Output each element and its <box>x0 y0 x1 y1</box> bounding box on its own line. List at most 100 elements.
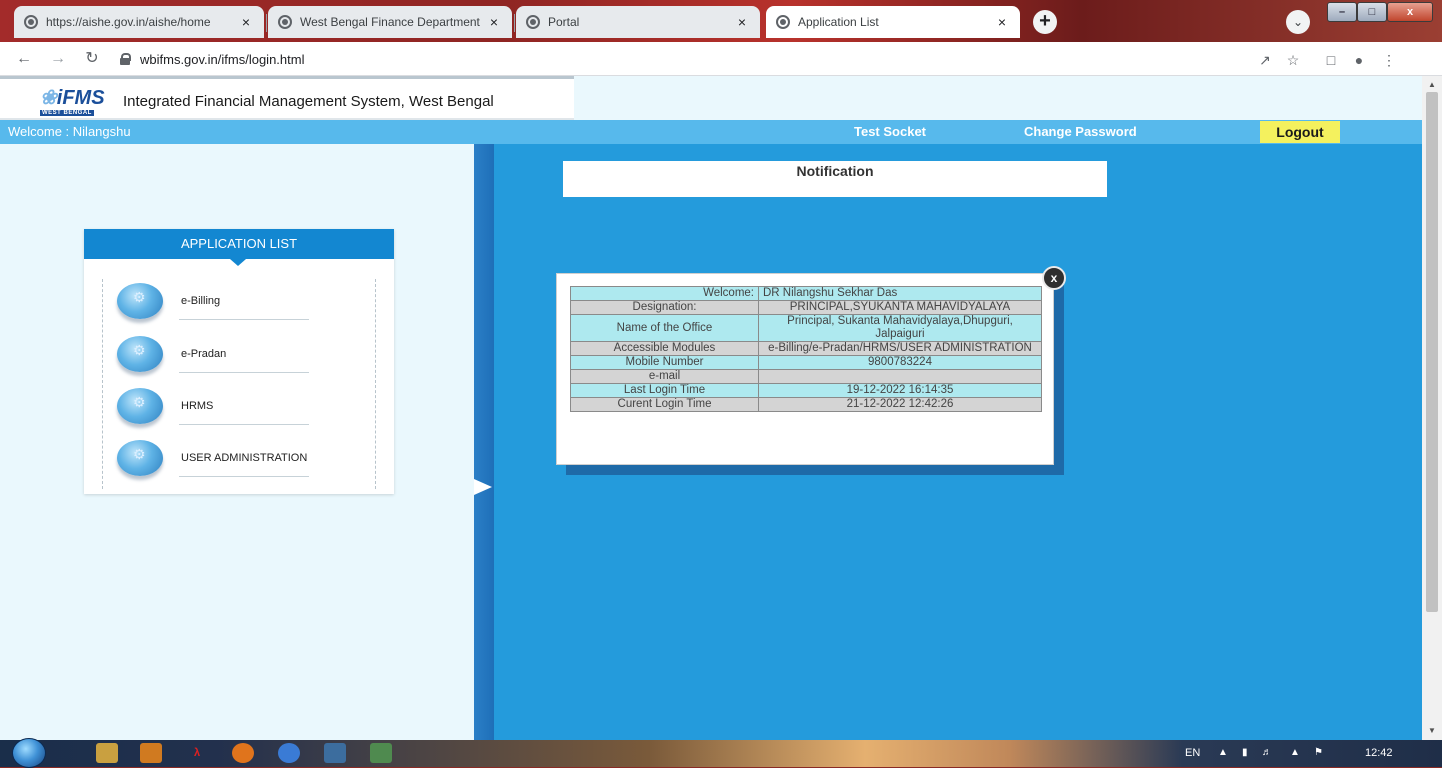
divider <box>179 424 309 425</box>
web-page: ❀iFMS WEST BENGAL Integrated Financial M… <box>0 76 1422 740</box>
divider <box>179 372 309 373</box>
scrollbar-thumb[interactable] <box>1426 92 1438 612</box>
row-key: Designation: <box>570 300 759 315</box>
tab-label: West Bengal Finance Department <box>300 15 480 29</box>
page-scrollbar[interactable]: ▲ ▼ <box>1422 76 1442 740</box>
device-icon[interactable]: ▮ <box>1242 747 1248 758</box>
app-item-e-billing[interactable]: ⚙ e-Billing <box>103 281 377 329</box>
start-button[interactable] <box>12 738 46 768</box>
reload-icon[interactable]: ↻ <box>82 49 102 69</box>
change-password-link[interactable]: Change Password <box>1024 124 1137 139</box>
app-item-user-administration[interactable]: ⚙ USER ADMINISTRATION <box>103 438 377 486</box>
logout-button[interactable]: Logout <box>1260 121 1340 143</box>
tab-close-icon[interactable]: × <box>994 14 1010 30</box>
row-key: e-mail <box>570 369 759 384</box>
app-label: e-Billing <box>181 295 221 307</box>
row-key: Name of the Office <box>570 314 759 342</box>
tab-wb-finance[interactable]: West Bengal Finance Department × <box>268 6 512 38</box>
table-row: Accessible Modules e-Billing/e-Pradan/HR… <box>570 341 1042 356</box>
row-value <box>758 369 1042 384</box>
tab-close-icon[interactable]: × <box>238 14 254 30</box>
table-row: Designation: PRINCIPAL,SYUKANTA MAHAVIDY… <box>570 300 1042 315</box>
app-label: HRMS <box>181 400 214 412</box>
volume-icon[interactable]: ♬ <box>1262 747 1272 758</box>
calculator-icon[interactable] <box>370 743 392 763</box>
row-value: 21-12-2022 12:42:26 <box>758 397 1042 412</box>
browser-tab-strip: https://aishe.gov.in/aishe/home × West B… <box>0 0 1442 42</box>
language-indicator[interactable]: EN <box>1185 747 1200 759</box>
tab-application-list[interactable]: Application List × <box>766 6 1020 38</box>
bookmark-star-icon[interactable]: ☆ <box>1284 51 1302 69</box>
globe-icon <box>278 15 292 29</box>
window-maximize-button[interactable]: □ <box>1357 2 1387 22</box>
menu-kebab-icon[interactable]: ⋮ <box>1380 51 1398 69</box>
row-value: e-Billing/e-Pradan/HRMS/USER ADMINISTRAT… <box>758 341 1042 356</box>
tab-close-icon[interactable]: × <box>734 14 750 30</box>
popup-close-button[interactable]: x <box>1042 266 1066 290</box>
top-menu-bar: Welcome : Nilangshu Test Socket Change P… <box>0 120 1422 144</box>
address-bar[interactable]: wbifms.gov.in/ifms/login.html <box>120 46 1240 72</box>
application-list-heading: APPLICATION LIST <box>84 229 394 259</box>
scroll-up-arrow-icon[interactable]: ▲ <box>1428 80 1436 89</box>
app-item-e-pradan[interactable]: ⚙ e-Pradan <box>103 334 377 382</box>
application-list-panel: APPLICATION LIST ⚙ e-Billing ⚙ e-Pradan … <box>84 229 394 494</box>
tab-aishe[interactable]: https://aishe.gov.in/aishe/home × <box>14 6 264 38</box>
row-key: Last Login Time <box>570 383 759 398</box>
divider <box>179 319 309 320</box>
pdf-reader-icon[interactable]: λ <box>186 743 208 763</box>
table-row: Curent Login Time 21-12-2022 12:42:26 <box>570 397 1042 412</box>
left-pane: APPLICATION LIST ⚙ e-Billing ⚙ e-Pradan … <box>0 144 474 740</box>
app-label: e-Pradan <box>181 348 227 360</box>
pane-divider <box>474 144 494 740</box>
table-row: Name of the Office Principal, Sukanta Ma… <box>570 314 1042 342</box>
logo-subtitle: WEST BENGAL <box>40 110 94 116</box>
share-icon[interactable]: ↗ <box>1256 51 1274 69</box>
tab-label: https://aishe.gov.in/aishe/home <box>46 15 211 29</box>
table-row: Welcome: DR Nilangshu Sekhar Das <box>570 286 1042 301</box>
notification-title: Notification <box>796 163 874 179</box>
welcome-user-text: Welcome : Nilangshu <box>8 124 131 139</box>
row-key: Mobile Number <box>570 355 759 370</box>
tab-separator <box>514 14 515 32</box>
app-label: USER ADMINISTRATION <box>181 452 308 464</box>
taskbar-clock[interactable]: 12:42 <box>1365 747 1393 759</box>
main-pane: Notification Welcome: DR Nilangshu Sekha… <box>494 144 1422 740</box>
back-arrow-icon[interactable]: ← <box>14 49 34 69</box>
firefox-icon[interactable] <box>232 743 254 763</box>
ifms-logo: ❀iFMS <box>40 87 105 109</box>
window-minimize-button[interactable]: – <box>1327 2 1357 22</box>
tab-close-icon[interactable]: × <box>486 14 502 30</box>
scroll-down-arrow-icon[interactable]: ▼ <box>1428 726 1436 735</box>
new-tab-button[interactable]: + <box>1033 10 1057 34</box>
globe-icon <box>24 15 38 29</box>
row-key: Accessible Modules <box>570 341 759 356</box>
explorer-icon[interactable] <box>96 743 118 763</box>
tab-search-button[interactable]: ⌄ <box>1286 10 1310 34</box>
chrome-icon[interactable] <box>278 743 300 763</box>
window-close-button[interactable]: x <box>1387 2 1433 22</box>
tray-expand-icon[interactable]: ▲ <box>1218 747 1228 758</box>
globe-icon <box>776 15 790 29</box>
side-panel-icon[interactable]: □ <box>1322 51 1340 69</box>
row-value: Principal, Sukanta Mahavidyalaya,Dhupgur… <box>758 314 1042 342</box>
network-signal-icon[interactable]: ▲ <box>1290 747 1300 758</box>
table-row: e-mail <box>570 369 1042 384</box>
site-title: Integrated Financial Management System, … <box>123 93 494 110</box>
tab-separator <box>266 14 267 32</box>
test-socket-link[interactable]: Test Socket <box>854 124 926 139</box>
forward-arrow-icon[interactable]: → <box>48 49 68 69</box>
spreadsheet-icon[interactable] <box>324 743 346 763</box>
app-item-hrms[interactable]: ⚙ HRMS <box>103 386 377 434</box>
profile-avatar-icon[interactable]: ● <box>1350 51 1368 69</box>
action-center-flag-icon[interactable]: ⚑ <box>1314 747 1323 758</box>
row-value: 9800783224 <box>758 355 1042 370</box>
tab-portal[interactable]: Portal × <box>516 6 760 38</box>
collapse-arrow-icon[interactable] <box>474 479 492 495</box>
site-header: ❀iFMS WEST BENGAL Integrated Financial M… <box>0 76 1422 120</box>
media-player-icon[interactable] <box>140 743 162 763</box>
logo-area: ❀iFMS WEST BENGAL Integrated Financial M… <box>0 76 574 120</box>
tab-label: Portal <box>548 15 580 29</box>
row-key: Welcome: <box>570 286 759 301</box>
row-key: Curent Login Time <box>570 397 759 412</box>
globe-icon <box>526 15 540 29</box>
